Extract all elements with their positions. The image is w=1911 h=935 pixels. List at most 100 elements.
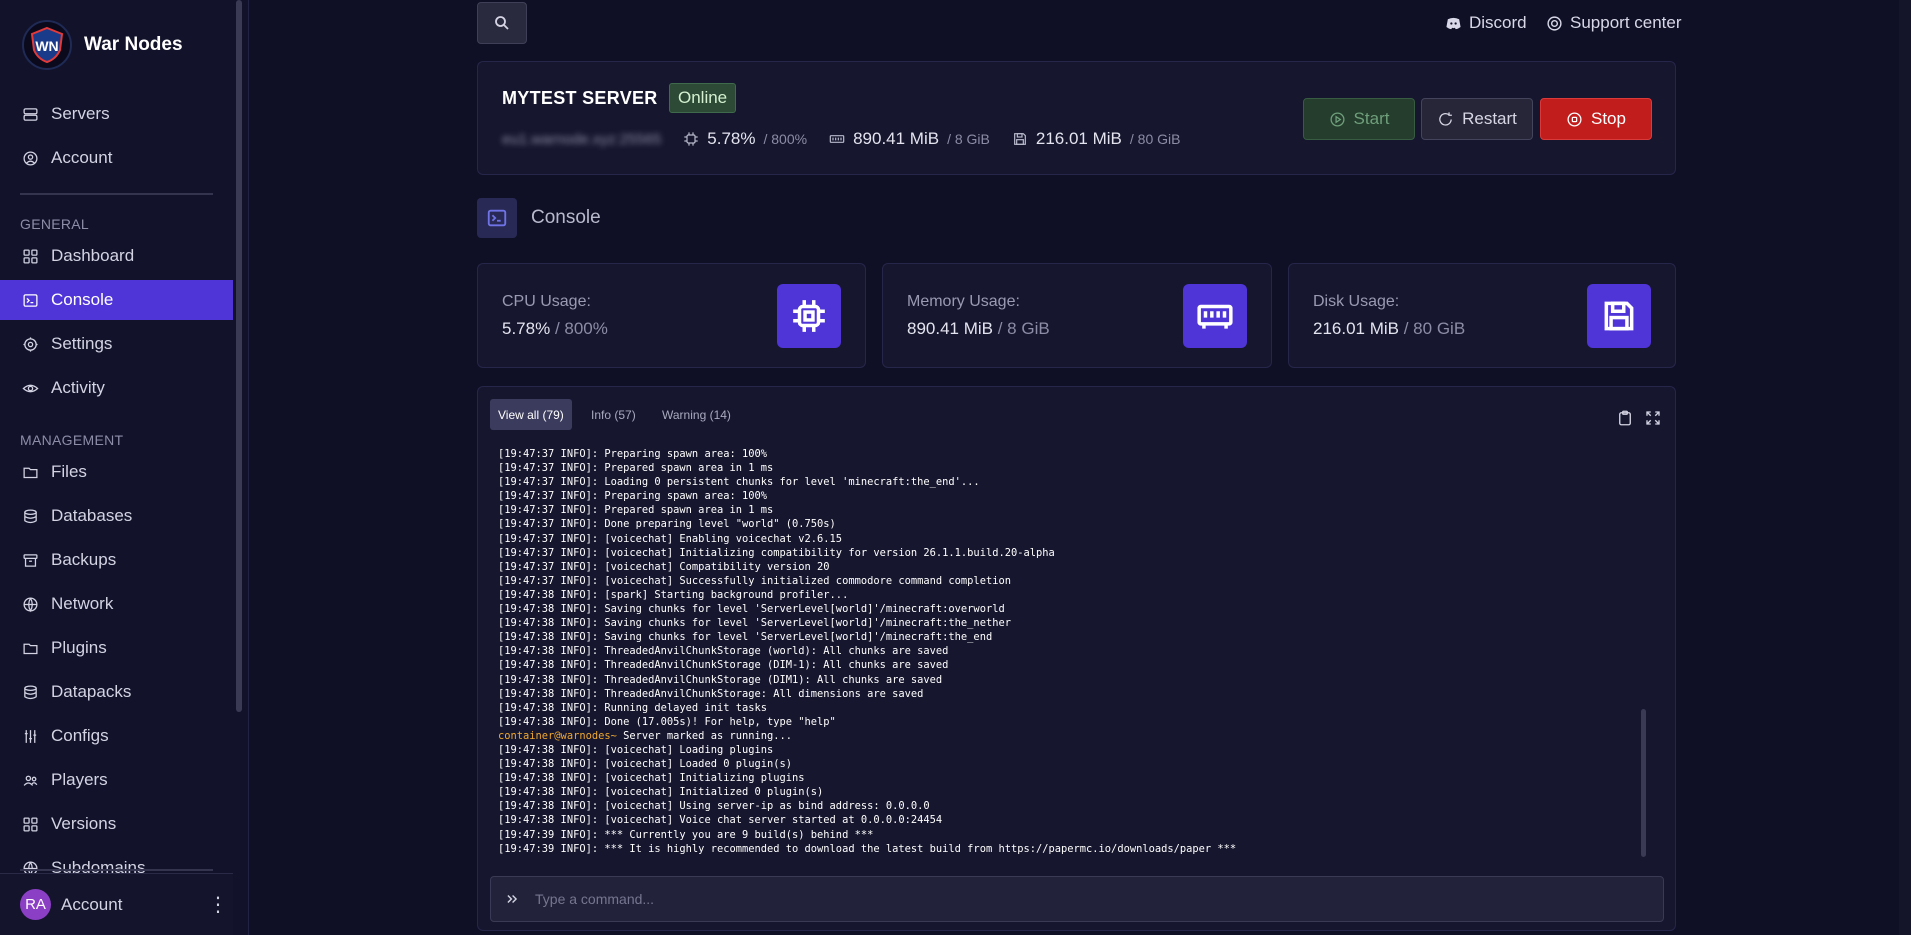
stop-button[interactable]: Stop — [1540, 98, 1652, 140]
console-line: [19:47:37 INFO]: Prepared spawn area in … — [498, 462, 774, 475]
sidebar-item-console[interactable]: Console — [0, 280, 233, 320]
sidebar-account-footer[interactable]: RA Account ⋮ — [0, 873, 233, 935]
sidebar-item-players[interactable]: Players — [0, 760, 233, 800]
footer-account-name: Account — [61, 894, 123, 914]
console-line: [19:47:38 INFO]: Saving chunks for level… — [498, 603, 1005, 616]
stop-circle-icon — [1567, 111, 1582, 127]
console-line: [19:47:38 INFO]: ThreadedAnvilChunkStora… — [498, 659, 949, 672]
search-button[interactable] — [477, 2, 527, 44]
sidebar-item-account[interactable]: Account — [0, 138, 233, 178]
user-circle-icon — [23, 150, 38, 166]
support-center-link[interactable]: Support center — [1546, 13, 1682, 33]
console-line: [19:47:37 INFO]: Preparing spawn area: 1… — [498, 490, 767, 503]
console-line: [19:47:38 INFO]: Saving chunks for level… — [498, 617, 1011, 630]
discord-label: Discord — [1469, 13, 1527, 32]
console-line: [19:47:38 INFO]: ThreadedAnvilChunkStora… — [498, 687, 924, 700]
database-icon — [24, 508, 37, 523]
sidebar-item-label: Plugins — [51, 638, 107, 657]
cpu-usage-value: 5.78% / 800% — [502, 319, 608, 338]
console-line: [19:47:38 INFO]: [voicechat] Using serve… — [498, 800, 930, 813]
sidebar-item-dashboard[interactable]: Dashboard — [0, 236, 233, 276]
sidebar-item-label: Account — [51, 148, 113, 167]
terminal-icon — [23, 293, 38, 307]
sidebar-item-label: Databases — [51, 506, 133, 525]
console-line: [19:47:39 INFO]: *** Currently you are 9… — [498, 828, 874, 841]
console-line: [19:47:37 INFO]: Prepared spawn area in … — [498, 504, 774, 517]
console-line: [19:47:38 INFO]: ThreadedAnvilChunkStora… — [498, 645, 949, 658]
start-button[interactable]: Start — [1303, 98, 1415, 140]
disk-stat: 216.01 MiB/ 80 GiB — [1012, 129, 1180, 149]
restart-button[interactable]: Restart — [1421, 98, 1533, 140]
sidebar-item-label: Activity — [51, 378, 105, 397]
sidebar-item-label: Configs — [51, 726, 109, 745]
support-center-label: Support center — [1570, 13, 1682, 32]
console-line: [19:47:38 INFO]: Saving chunks for level… — [498, 631, 993, 644]
console-line: [19:47:37 INFO]: Preparing spawn area: 1… — [498, 448, 767, 460]
console-output[interactable]: [19:47:37 INFO]: Preparing spawn area: 1… — [498, 447, 1638, 855]
server-status-card: MYTEST SERVER Online eu1.warnode.xyz:255… — [477, 61, 1676, 175]
console-line: [19:47:38 INFO]: [voicechat] Loaded 0 pl… — [498, 758, 793, 771]
sidebar-divider — [20, 869, 213, 871]
console-line: [19:47:38 INFO]: Done (17.005s)! For hel… — [498, 715, 836, 728]
brand[interactable]: WN War Nodes — [22, 20, 183, 70]
tab-view-all[interactable]: View all (79) — [490, 399, 572, 430]
fullscreen-icon[interactable] — [1644, 409, 1662, 427]
console-scrollbar[interactable] — [1641, 709, 1646, 857]
lifebuoy-icon — [1547, 15, 1562, 31]
command-input[interactable] — [535, 891, 1585, 907]
play-circle-icon — [1330, 111, 1345, 127]
section-label-management: MANAGEMENT — [20, 432, 124, 448]
sidebar-item-servers[interactable]: Servers — [0, 94, 233, 134]
sidebar-item-settings[interactable]: Settings — [0, 324, 233, 364]
avatar: RA — [20, 889, 51, 920]
server-name: MYTEST SERVER — [502, 88, 658, 108]
folder-icon — [23, 643, 38, 654]
discord-link[interactable]: Discord — [1445, 13, 1527, 33]
save-icon — [1587, 284, 1651, 348]
sidebar-item-files[interactable]: Files — [0, 452, 233, 492]
console-line: [19:47:39 INFO]: *** It is highly recomm… — [498, 842, 1237, 855]
sidebar-item-label: Backups — [51, 550, 117, 569]
section-label-general: GENERAL — [20, 216, 90, 232]
disk-usage-card: Disk Usage: 216.01 MiB / 80 GiB — [1288, 263, 1676, 368]
sidebar-item-label: Files — [51, 462, 87, 481]
sidebar-item-backups[interactable]: Backups — [0, 540, 233, 580]
tab-warning[interactable]: Warning (14) — [654, 399, 739, 430]
console-line: [19:47:37 INFO]: Done preparing level "w… — [498, 518, 836, 531]
sidebar-item-databases[interactable]: Databases — [0, 496, 233, 536]
grid-icon — [23, 816, 38, 832]
users-icon — [23, 775, 38, 786]
sliders-icon — [24, 729, 37, 743]
status-badge: Online — [669, 83, 737, 113]
archive-icon — [23, 553, 38, 567]
disk-usage-label: Disk Usage: — [1313, 293, 1400, 310]
sidebar-scrollbar[interactable] — [236, 0, 242, 712]
more-options-icon[interactable]: ⋮ — [203, 892, 233, 917]
tab-info[interactable]: Info (57) — [583, 399, 644, 430]
server-stats: eu1.warnode.xyz:25565 5.78%/ 800% 890.41… — [502, 129, 1180, 149]
sidebar-item-configs[interactable]: Configs — [0, 716, 233, 756]
sidebar-item-plugins[interactable]: Plugins — [0, 628, 233, 668]
console-line: [19:47:38 INFO]: ThreadedAnvilChunkStora… — [498, 673, 943, 686]
copy-clipboard-icon[interactable] — [1616, 409, 1634, 427]
globe-icon — [23, 596, 38, 612]
sidebar-item-datapacks[interactable]: Datapacks — [0, 672, 233, 712]
refresh-icon — [1439, 111, 1452, 126]
console-line: [19:47:37 INFO]: Loading 0 persistent ch… — [498, 476, 980, 489]
sidebar-item-label: Console — [51, 290, 114, 309]
console-line: [19:47:38 INFO]: [voicechat] Voice chat … — [498, 814, 943, 827]
cpu-stat: 5.78%/ 800% — [683, 129, 807, 149]
sidebar-item-label: Versions — [51, 814, 117, 833]
server-address[interactable]: eu1.warnode.xyz:25565 — [502, 131, 661, 148]
page-scrollbar[interactable] — [1899, 0, 1911, 935]
sidebar-item-network[interactable]: Network — [0, 584, 233, 624]
console-line: [19:47:38 INFO]: [spark] Starting backgr… — [498, 588, 849, 601]
memory-icon — [829, 135, 845, 143]
cpu-usage-card: CPU Usage: 5.78% / 800% — [477, 263, 866, 368]
svg-text:WN: WN — [35, 38, 58, 54]
sidebar-item-versions[interactable]: Versions — [0, 804, 233, 844]
memory-usage-value: 890.41 MiB / 8 GiB — [907, 319, 1050, 338]
sidebar-item-activity[interactable]: Activity — [0, 368, 233, 408]
brand-logo: WN — [22, 20, 72, 70]
cpu-icon — [684, 132, 698, 146]
